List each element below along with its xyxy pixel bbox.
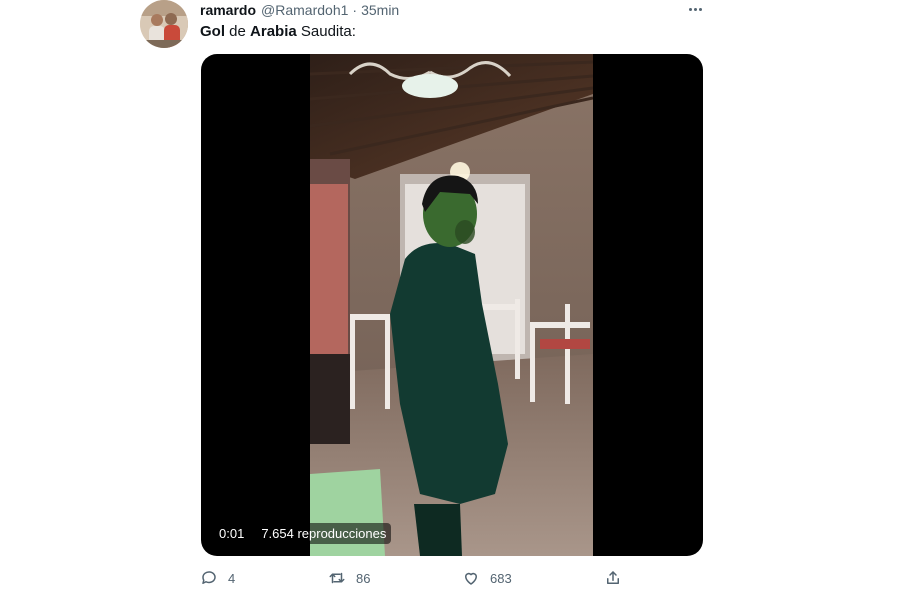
reply-button[interactable]: 4	[200, 569, 235, 587]
like-count: 683	[490, 570, 512, 586]
action-bar: 4 86 683	[200, 569, 630, 589]
tweet-text-word: Saudita:	[300, 23, 356, 40]
tweet-text: Gol de Arabia Saudita:	[200, 23, 356, 40]
reply-count: 4	[228, 570, 236, 586]
video-overlay: 0:01 7.654 reproducciones	[215, 523, 392, 544]
tweet: ramardo @Ramardoh1 · 35min Gol de Arabia…	[0, 0, 900, 600]
like-icon	[462, 569, 480, 587]
reply-icon	[200, 569, 218, 587]
more-icon[interactable]	[684, 0, 706, 18]
avatar[interactable]	[140, 0, 188, 48]
tweet-header: ramardo @Ramardoh1 · 35min	[200, 1, 399, 19]
tweet-text-word: de	[229, 23, 246, 40]
tweet-text-word: Arabia	[250, 23, 297, 40]
separator-dot: ·	[352, 2, 358, 18]
share-button[interactable]	[604, 569, 622, 587]
share-icon	[604, 569, 622, 587]
video-view-count: 7.654 reproducciones	[256, 523, 392, 544]
video-elapsed-time: 0:01	[219, 526, 245, 541]
retweet-button[interactable]: 86	[328, 569, 370, 587]
retweet-count: 86	[356, 570, 371, 586]
tweet-timestamp[interactable]: 35min	[361, 2, 399, 18]
tweet-text-word: Gol	[200, 23, 225, 40]
video-frame	[310, 54, 593, 556]
like-button[interactable]: 683	[462, 569, 512, 587]
video-player[interactable]: 0:01 7.654 reproducciones	[201, 54, 703, 556]
author-name[interactable]: ramardo	[200, 2, 256, 18]
author-handle[interactable]: @Ramardoh1	[261, 2, 348, 18]
retweet-icon	[328, 569, 346, 587]
